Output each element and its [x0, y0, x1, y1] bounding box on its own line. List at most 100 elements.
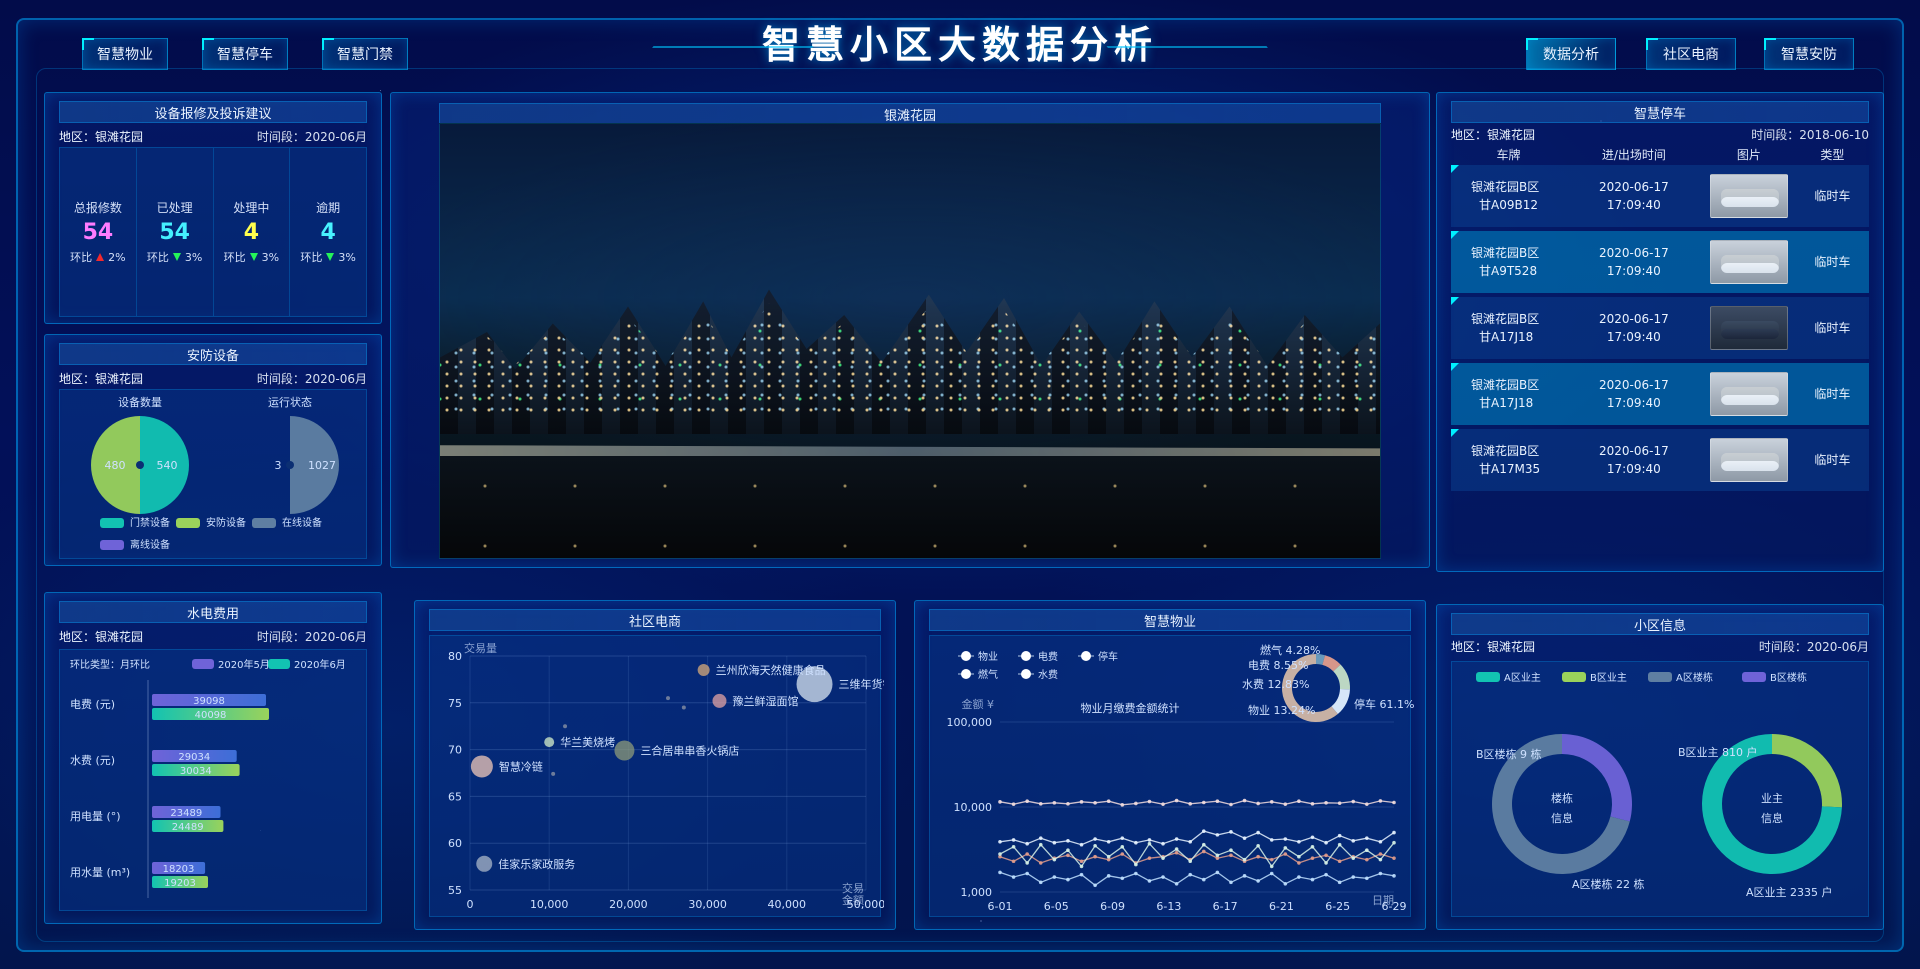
trend-up-icon — [96, 253, 105, 261]
ecom-bubble-label: 豫兰鲜湿面馆 — [732, 694, 798, 708]
ecom-bubble[interactable] — [551, 771, 556, 776]
property-series-point — [1147, 856, 1152, 860]
ecommerce-bubble-chart: 5560657075800 10,000 20,000 30,000 40,000 50,… — [448, 641, 894, 911]
repair-stat: 总报修数 54 环比 2% — [60, 148, 137, 316]
parking-panel: 智慧停车 地区：银滩花园 时间段：2018-06-10 车牌 进/出场时间 图片… — [1436, 92, 1884, 572]
property-x-tick: 6-13 — [1156, 900, 1181, 913]
trend-label: 环比 — [300, 251, 323, 264]
nav-smart-parking[interactable]: 智慧停车 — [202, 38, 288, 70]
property-series-point — [1310, 845, 1315, 849]
ecom-x-tick: 30,000 — [688, 898, 727, 911]
video-panel-title: 银滩花园 — [439, 103, 1381, 125]
live-video[interactable] — [439, 123, 1381, 559]
ecom-bubble[interactable] — [681, 705, 686, 710]
property-series-point — [1106, 854, 1111, 859]
car-photo[interactable] — [1709, 372, 1788, 416]
owner-center-label-2: 信息 — [1761, 811, 1783, 825]
nav-community-ecommerce[interactable]: 社区电商 — [1646, 38, 1736, 70]
property-series-point — [998, 870, 1002, 875]
community-legend-swatch — [1742, 672, 1766, 682]
parking-plate: 银滩花园B区 甘A17J18 — [1451, 310, 1566, 346]
parking-clock: 17:09:40 — [1606, 462, 1661, 476]
property-series-point — [1310, 802, 1315, 806]
property-legend-dot — [961, 669, 971, 679]
car-photo[interactable] — [1709, 174, 1788, 218]
property-y-tick: 1,000 — [961, 886, 993, 899]
property-series-point — [1365, 876, 1369, 881]
property-legend-dot — [961, 651, 971, 661]
property-series-point — [998, 800, 1002, 804]
repair-stat: 已处理 54 环比 3% — [137, 148, 214, 316]
community-legend-label: B区业主 — [1590, 672, 1627, 684]
utilities-category-label: 电费 (元) — [70, 698, 115, 711]
parking-location: 银滩花园B区 — [1471, 444, 1540, 458]
ecom-bubble[interactable] — [476, 855, 493, 872]
nav-data-analysis[interactable]: 数据分析 — [1526, 38, 1616, 70]
car-photo[interactable] — [1709, 240, 1788, 284]
property-x-tick: 6-09 — [1100, 900, 1125, 913]
parking-plate-number: 甘A17J18 — [1479, 330, 1534, 344]
property-y-label: 金额 ¥ — [962, 697, 995, 711]
legend-swatch-offline — [100, 540, 124, 550]
ecom-x-tick: 40,000 — [768, 898, 807, 911]
nav-smart-security[interactable]: 智慧安防 — [1764, 38, 1854, 70]
property-series-point — [1079, 859, 1084, 864]
parking-region: 地区：银滩花园 — [1451, 127, 1536, 142]
property-donut-label: 燃气 4.28% — [1260, 643, 1320, 657]
parking-row[interactable]: 银滩花园B区 甘A9T528 2020-06-17 17:09:40 临时车 — [1451, 231, 1869, 293]
property-series-point — [1161, 856, 1165, 860]
car-photo[interactable] — [1709, 438, 1788, 482]
car-photo[interactable] — [1709, 306, 1788, 350]
ecom-bubble-label: 佳家乐家政服务 — [498, 857, 575, 871]
property-series-point — [1120, 876, 1125, 881]
ecom-bubble[interactable] — [544, 737, 555, 748]
property-x-tick: 6-21 — [1269, 900, 1294, 913]
property-series-point — [1052, 857, 1057, 862]
property-series-point — [1188, 859, 1193, 864]
property-series-point — [1174, 850, 1179, 855]
property-series-point — [1201, 877, 1206, 882]
property-series-point — [1011, 802, 1016, 806]
property-series-point — [1052, 801, 1057, 805]
property-series-point — [1215, 870, 1220, 875]
property-series-point — [1242, 857, 1247, 862]
ecom-bubble[interactable] — [470, 755, 493, 778]
property-series-point — [1134, 862, 1138, 867]
property-series-point — [1365, 857, 1369, 862]
property-series-point — [1392, 800, 1396, 805]
property-series-point — [1066, 853, 1070, 858]
ecom-x-corner-label-1: 交易 — [842, 881, 864, 895]
page-title: 智慧小区大数据分析 — [761, 22, 1158, 67]
owner-center-label-1: 业主 — [1761, 792, 1783, 805]
property-series-point — [1310, 856, 1315, 860]
parking-row[interactable]: 银滩花园B区 甘A09B12 2020-06-17 17:09:40 临时车 — [1451, 165, 1869, 227]
property-series-point — [1269, 857, 1274, 862]
property-series-point — [1079, 872, 1084, 877]
building-center-label-1: 楼栋 — [1551, 791, 1573, 805]
property-series-point — [1134, 840, 1138, 845]
property-series-point — [1215, 799, 1220, 804]
property-series-point — [1161, 802, 1165, 806]
security-period: 时间段：2020-06月 — [256, 371, 367, 386]
nav-smart-access[interactable]: 智慧门禁 — [322, 38, 408, 70]
parking-row[interactable]: 银滩花园B区 甘A17M35 2020-06-17 17:09:40 临时车 — [1451, 429, 1869, 491]
repair-stat-trend: 环比 3% — [147, 249, 202, 265]
utilities-meta: 地区：银滩花园 时间段：2020-06月 — [59, 627, 367, 645]
ecom-bubble[interactable] — [697, 664, 710, 677]
nav-smart-property[interactable]: 智慧物业 — [82, 38, 168, 70]
parking-row[interactable]: 银滩花园B区 甘A17J18 2020-06-17 17:09:40 临时车 — [1451, 363, 1869, 425]
property-y-tick: 100,000 — [947, 716, 993, 729]
property-series-point — [1188, 802, 1193, 806]
ecom-bubble[interactable] — [563, 724, 568, 729]
property-series-point — [1011, 859, 1016, 864]
ecom-bubble[interactable] — [712, 693, 727, 708]
ecom-bubble[interactable] — [614, 740, 635, 761]
repair-stat-trend: 环比 3% — [224, 249, 279, 265]
legend-swatch-access — [100, 518, 124, 528]
ecom-bubble[interactable] — [666, 696, 670, 701]
legend-label-may: 2020年5月 — [218, 658, 270, 671]
property-series-point — [1378, 852, 1383, 856]
trend-label: 环比 — [146, 251, 169, 264]
parking-plate: 银滩花园B区 甘A9T528 — [1451, 244, 1566, 280]
parking-row[interactable]: 银滩花园B区 甘A17J18 2020-06-17 17:09:40 临时车 — [1451, 297, 1869, 359]
